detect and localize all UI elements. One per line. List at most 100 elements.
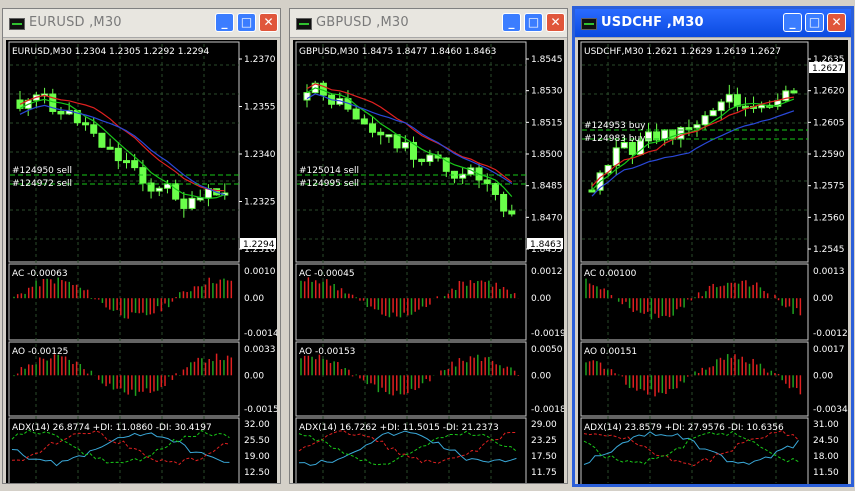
candle-body [717,101,725,112]
adx-indicator-label: ADX(14) 16.7262 +DI: 11.5015 -DI: 21.237… [299,423,499,433]
price-scale-label: 1.2370 [244,55,276,65]
symbol-quote-header: EURUSD,M30 1.2304 1.2305 1.2292 1.2294 [12,47,210,57]
chart-canvas[interactable]: EURUSD,M30 1.2304 1.2305 1.2292 1.2294 #1… [6,40,277,483]
order-label: #124953 buy [584,121,646,131]
adx-indicator-label: ADX(14) 26.8774 +DI: 11.0860 -DI: 30.419… [12,423,212,433]
ac-scale-label: 0.0010 [244,267,276,277]
window-titlebar[interactable]: GBPUSD ,M30 _ □ ✕ [290,9,567,38]
ao-scale-label: 0.00 [813,371,833,381]
candle-body [303,92,311,101]
minimize-button[interactable]: _ [502,13,521,32]
adx-scale-label: 11.75 [531,468,557,478]
current-price-label: 1.8463 [530,240,562,250]
price-scale-label: 1.2590 [813,150,845,160]
candle-body [57,110,65,115]
close-button[interactable]: ✕ [546,13,565,32]
maximize-button[interactable]: □ [237,13,256,32]
close-button[interactable]: ✕ [827,13,846,32]
candle-body [172,183,180,200]
ac-scale-label: 0.0012 [531,267,563,277]
current-price-marker: 1.2627 [809,62,845,74]
ac-scale-label: 0.00 [244,294,264,304]
price-scale-label: 1.8545 [531,55,563,65]
chart-window-icon [296,18,312,30]
price-scale-label: 1.2620 [813,87,845,97]
candle-body [725,94,733,103]
minimize-button[interactable]: _ [783,13,802,32]
candle-body [709,110,717,117]
candle-body [377,131,385,136]
candle-body [685,127,693,131]
window-title: USDCHF ,M30 [601,15,704,30]
candle-body [82,122,90,126]
adx-scale-label: 11.50 [813,468,839,478]
chart-area[interactable]: GBPUSD,M30 1.8475 1.8477 1.8460 1.8463 #1… [293,40,564,483]
candle-body [612,147,620,166]
chart-area[interactable]: USDCHF,M30 1.2621 1.2629 1.2619 1.2627 #1… [578,40,848,484]
candle-body [90,124,98,134]
ao-indicator-label: AO 0.00151 [584,347,637,357]
maximize-button[interactable]: □ [524,13,543,32]
order-label: #125014 sell [299,166,359,176]
ao-indicator-label: AO -0.00153 [299,347,355,357]
adx-scale-label: 29.00 [531,420,557,430]
order-label: #124950 sell [12,166,72,176]
close-button[interactable]: ✕ [259,13,278,32]
chart-window-eurusd[interactable]: EURUSD ,M30 _ □ ✕ EURUSD,M30 1.2304 1.23… [2,8,281,484]
chart-window-usdchf[interactable]: USDCHF ,M30 _ □ ✕ USDCHF,M30 1.2621 1.26… [572,6,854,487]
adx-scale-label: 18.00 [813,452,839,462]
price-scale-label: 1.2340 [244,150,276,160]
candle-body [188,197,196,209]
ao-scale-label: -0.0015 [244,405,277,415]
candle-body [483,179,491,185]
ac-indicator-label: AC -0.00045 [299,269,355,279]
price-scale-label: 1.8485 [531,182,563,192]
ao-scale-label: -0.0018 [531,405,564,415]
adx-scale-label: 23.25 [531,436,557,446]
ao-scale-label: 0.0033 [244,345,276,355]
candle-body [645,131,653,142]
maximize-button[interactable]: □ [805,13,824,32]
window-titlebar[interactable]: USDCHF ,M30 _ □ ✕ [575,9,851,38]
current-price-marker: 1.2294 [240,238,276,250]
current-price-label: 1.2627 [812,64,844,74]
adx-scale-label: 25.50 [244,436,270,446]
price-scale-label: 1.2355 [244,103,276,113]
ac-scale-label: 0.00 [813,294,833,304]
candle-body [733,94,741,107]
window-titlebar[interactable]: EURUSD ,M30 _ □ ✕ [3,9,280,38]
candle-body [98,132,106,148]
price-scale-label: 1.2560 [813,213,845,223]
candle-body [628,142,636,155]
adx-line [298,430,517,466]
chart-window-icon [9,18,25,30]
ao-scale-label: 0.00 [244,371,264,381]
current-price-label: 1.2294 [243,240,275,250]
candle-body [393,134,401,149]
candle-body [385,134,393,138]
ac-scale-label: 0.00 [531,294,551,304]
plus-di-line [11,429,230,464]
ac-scale-label: -0.0014 [244,329,277,339]
candle-body [106,146,114,150]
window-title: GBPUSD ,M30 [316,15,409,30]
minimize-button[interactable]: _ [215,13,234,32]
chart-area[interactable]: EURUSD,M30 1.2304 1.2305 1.2292 1.2294 #1… [6,40,277,483]
candle-body [155,187,163,192]
adx-scale-label: 17.50 [531,452,557,462]
chart-window-gbpusd[interactable]: GBPUSD ,M30 _ □ ✕ GBPUSD,M30 1.8475 1.84… [289,8,568,484]
plus-di-line [298,430,517,466]
candle-body [701,115,709,126]
ao-scale-label: 0.0050 [531,345,563,355]
price-scale-label: 1.2545 [813,245,845,255]
candle-body [790,90,798,94]
adx-indicator-label: ADX(14) 23.8579 +DI: 27.9576 -DI: 10.635… [584,423,784,433]
chart-canvas[interactable]: GBPUSD,M30 1.8475 1.8477 1.8460 1.8463 #1… [293,40,564,483]
candle-body [758,104,766,109]
ac-indicator-label: AC -0.00063 [12,269,68,279]
candle-body [426,154,434,163]
chart-canvas[interactable]: USDCHF,M30 1.2621 1.2629 1.2619 1.2627 #1… [578,40,848,484]
price-scale-label: 1.2575 [813,182,845,192]
price-scale-label: 1.8500 [531,150,563,160]
ac-scale-label: -0.0012 [813,329,848,339]
